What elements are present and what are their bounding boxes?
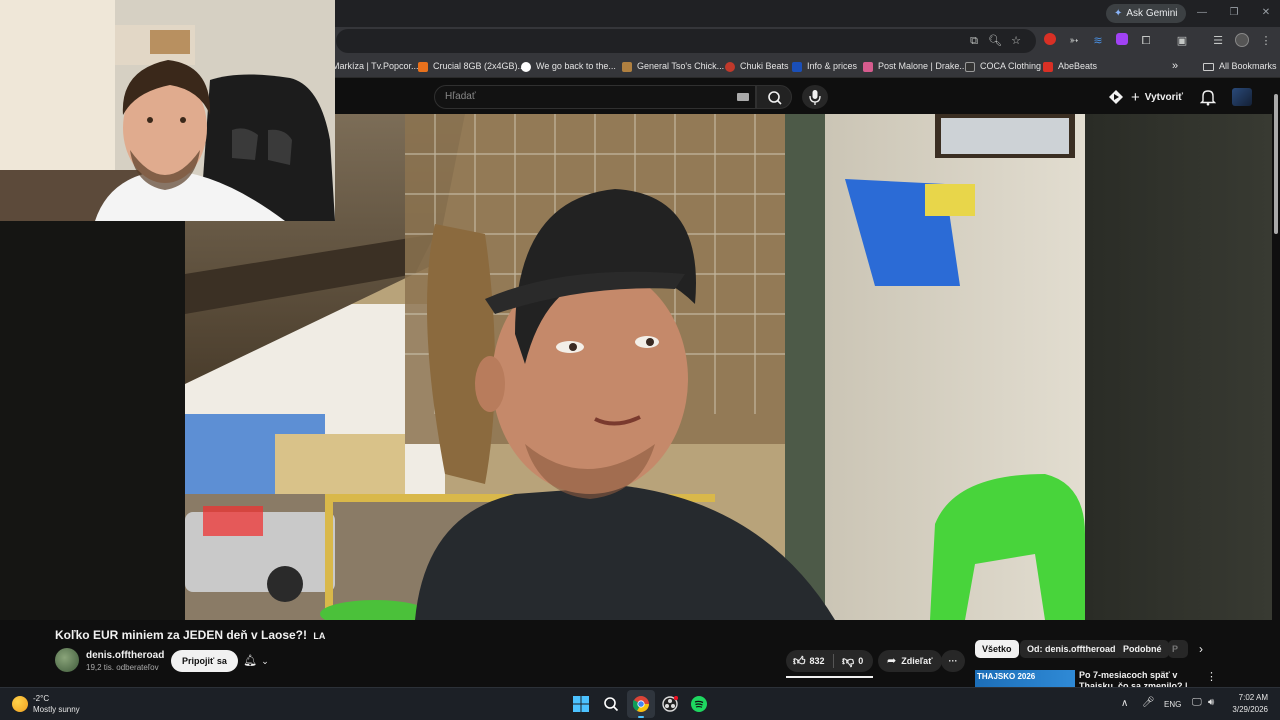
bookmark-item[interactable]: COCA Clothing bbox=[965, 58, 1041, 75]
ask-gemini-label: Ask Gemini bbox=[1126, 8, 1178, 19]
zoom-icon[interactable]: 🔍︎ bbox=[987, 33, 1003, 49]
extension-wave-icon[interactable]: ≋ bbox=[1090, 33, 1106, 49]
dislike-button[interactable]: 👎︎ 0 bbox=[842, 650, 863, 672]
account-avatar[interactable] bbox=[1232, 88, 1252, 106]
studio-clapper-icon[interactable] bbox=[1108, 89, 1124, 105]
notification-preferences-button[interactable]: 🔔︎ ⌄ bbox=[236, 650, 276, 672]
bookmark-item[interactable]: Chuki Beats bbox=[725, 58, 789, 75]
like-button[interactable]: 👍︎ 832 bbox=[793, 650, 825, 672]
windows-start-icon[interactable] bbox=[573, 696, 589, 712]
input-language[interactable]: ENG bbox=[1164, 700, 1181, 709]
ambient-glow bbox=[1085, 114, 1272, 620]
share-button[interactable]: ➦ Zdieľať bbox=[878, 650, 942, 672]
weather-temp[interactable]: -2°C bbox=[33, 694, 49, 703]
channel-name[interactable]: denis.offtheroad bbox=[86, 650, 164, 661]
bookmark-favicon-icon bbox=[792, 61, 802, 72]
chip-related[interactable]: Podobné bbox=[1116, 640, 1169, 658]
sidepanel-icon[interactable]: ▣ bbox=[1174, 33, 1190, 49]
minimize-button[interactable]: — bbox=[1192, 4, 1212, 22]
spotify-icon[interactable] bbox=[691, 696, 707, 712]
bookmark-favicon-icon bbox=[863, 61, 873, 72]
video-title: Koľko EUR miniem za JEDEN deň v Laose?! … bbox=[55, 628, 326, 642]
taskbar-search-icon[interactable] bbox=[603, 696, 619, 712]
all-bookmarks-button[interactable]: All Bookmarks bbox=[1203, 58, 1277, 75]
clock-date[interactable]: 3/29/2026 bbox=[1228, 705, 1268, 714]
install-app-icon[interactable]: ⧉ bbox=[966, 33, 982, 49]
chip-all[interactable]: Všetko bbox=[975, 640, 1019, 658]
laos-flag-text: LA bbox=[313, 631, 326, 641]
notifications-bell-icon[interactable] bbox=[1199, 88, 1217, 106]
bookmark-item[interactable]: We go back to the... bbox=[521, 58, 616, 75]
bookmark-item[interactable]: Crucial 8GB (2x4GB)... bbox=[418, 58, 525, 75]
weather-description[interactable]: Mostly sunny bbox=[33, 705, 80, 714]
voice-search-button[interactable] bbox=[802, 85, 828, 109]
keyboard-icon[interactable] bbox=[737, 93, 749, 101]
google-g-icon bbox=[521, 61, 531, 72]
tray-overflow-chevron-icon[interactable]: ∧ bbox=[1121, 698, 1128, 709]
thumbs-up-icon: 👍︎ bbox=[793, 654, 806, 668]
bell-icon: 🔔︎ bbox=[243, 655, 258, 667]
weather-sun-icon[interactable] bbox=[12, 696, 28, 712]
bookmark-item[interactable]: General Tso's Chick... bbox=[622, 58, 724, 75]
microphone-tray-icon[interactable]: 🎤︎ bbox=[1142, 697, 1155, 708]
bookmark-item[interactable]: AbeBeats bbox=[1043, 58, 1097, 75]
search-button[interactable] bbox=[756, 85, 792, 109]
profile-avatar-icon[interactable] bbox=[1234, 33, 1250, 49]
bookmark-favicon-icon bbox=[418, 61, 428, 72]
plus-icon: + bbox=[1131, 88, 1140, 106]
network-icon[interactable]: 🖵︎ bbox=[1192, 697, 1202, 708]
extension-purple-icon[interactable] bbox=[1114, 33, 1130, 49]
bookmark-item[interactable]: Markíza | Tv.Popcor... bbox=[332, 58, 419, 75]
recommendation-thumbnail[interactable]: THAJSKO 2026 bbox=[975, 670, 1075, 687]
obs-studio-icon[interactable] bbox=[662, 695, 679, 712]
search-icon bbox=[768, 91, 782, 105]
active-app-indicator bbox=[638, 716, 644, 718]
bookmarks-overflow-button[interactable]: » bbox=[1172, 58, 1178, 75]
chip-next-arrow-icon[interactable]: › bbox=[1192, 640, 1210, 658]
microphone-icon bbox=[809, 90, 821, 105]
bookmark-item[interactable]: Info & prices bbox=[792, 58, 857, 75]
subscriber-count: 19,2 tis. odberateľov bbox=[86, 663, 159, 672]
like-divider bbox=[833, 654, 834, 668]
search-input[interactable]: Hľadať bbox=[434, 85, 756, 109]
extension-leaf-icon[interactable]: ➳ bbox=[1066, 33, 1082, 49]
like-ratio-bar bbox=[786, 676, 873, 678]
thumbs-down-icon: 👎︎ bbox=[842, 654, 855, 668]
scrollbar-thumb[interactable] bbox=[1274, 94, 1278, 234]
clock-time[interactable]: 7:02 AM bbox=[1237, 693, 1268, 702]
volume-icon[interactable]: 🔊︎ bbox=[1208, 697, 1214, 708]
folder-icon bbox=[1203, 62, 1214, 71]
join-button[interactable]: Pripojiť sa bbox=[171, 650, 238, 672]
address-bar[interactable] bbox=[336, 29, 1036, 53]
chip-from-channel[interactable]: Od: denis.offtheroad bbox=[1020, 640, 1123, 658]
bookmark-item[interactable]: Post Malone | Drake... bbox=[863, 58, 967, 75]
close-window-button[interactable]: ✕ bbox=[1256, 4, 1276, 22]
maximize-button[interactable]: ❐ bbox=[1224, 4, 1244, 22]
share-arrow-icon: ➦ bbox=[887, 655, 897, 667]
ask-gemini-button[interactable]: ✦ Ask Gemini bbox=[1106, 4, 1186, 23]
chip-partial[interactable]: P bbox=[1168, 640, 1188, 658]
chevron-down-icon: ⌄ bbox=[261, 656, 269, 666]
bookmark-favicon-icon bbox=[1043, 61, 1053, 72]
extensions-puzzle-icon[interactable]: ⧠ bbox=[1138, 33, 1154, 49]
bookmark-favicon-icon bbox=[725, 61, 735, 72]
bookmark-favicon-icon bbox=[965, 61, 975, 72]
more-actions-button[interactable]: ··· bbox=[941, 650, 965, 672]
webcam-overlay bbox=[0, 0, 335, 221]
gemini-sparkle-icon: ✦ bbox=[1114, 8, 1123, 19]
extension-red-icon[interactable] bbox=[1042, 33, 1058, 49]
reading-list-icon[interactable]: ☰ bbox=[1210, 33, 1226, 49]
channel-avatar[interactable] bbox=[55, 648, 79, 672]
browser-menu-icon[interactable]: ⋮ bbox=[1258, 33, 1274, 49]
bookmark-star-icon[interactable]: ☆ bbox=[1008, 33, 1024, 49]
chrome-icon[interactable] bbox=[632, 696, 649, 712]
bookmark-favicon-icon bbox=[622, 61, 632, 72]
recommendation-menu-icon[interactable]: ⋮ bbox=[1206, 670, 1217, 683]
create-button[interactable]: + Vytvoriť bbox=[1131, 87, 1183, 107]
